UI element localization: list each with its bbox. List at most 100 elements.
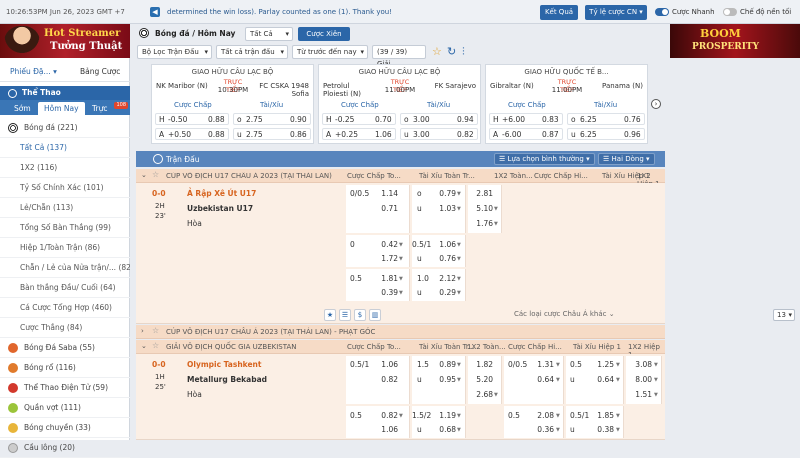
league-header[interactable]: ⌄ ☆ GIẢI VÔ ĐỊCH QUỐC GIA UZBEKISTAN Cượ… (136, 340, 665, 359)
sidebar-item-basketball[interactable]: Bóng rổ (116) (0, 358, 130, 378)
columns-icon[interactable]: ⫶ (462, 45, 465, 59)
subtab-early[interactable]: Sớm (8, 102, 37, 115)
sidebar-item-esports[interactable]: Thể Thao Điện Tử (59) (0, 378, 130, 398)
page-select[interactable]: 13 ▾ (773, 309, 795, 321)
odds-value[interactable]: 0.42 (372, 240, 398, 249)
chevron-right-icon[interactable]: › (141, 327, 144, 335)
line-mode-select[interactable]: ☰ Hai Dòng ▾ (598, 153, 655, 165)
odds-value[interactable]: 5.20 (467, 375, 493, 384)
league-filter-select[interactable]: Bộ Lọc Trận Đấu ▾ (137, 45, 212, 59)
odds-value[interactable]: 1.51 (626, 390, 652, 399)
odds-value[interactable]: 2.81 (467, 189, 493, 198)
market-all[interactable]: Tất Cả (137) (0, 138, 130, 158)
odds-value[interactable]: 0.76 (430, 254, 456, 263)
league-header[interactable]: ⌄ ☆ CÚP VÔ ĐỊCH U17 CHÂU Á 2023 (TẠI THÁ… (136, 169, 665, 188)
sidebar-item-tennis[interactable]: Quần vợt (111) (0, 398, 130, 418)
more-asian-bets-link[interactable]: Các loại cược Châu Á khác ⌄ (514, 310, 615, 318)
odds-value[interactable]: 0.79 (430, 189, 456, 198)
odds-value[interactable]: 1.72 (372, 254, 398, 263)
tab-bet-slip[interactable]: Phiếu Đặ... ▾ (10, 67, 57, 76)
market-1x2[interactable]: 1X2 (116) (0, 158, 130, 178)
tab-bet-list[interactable]: Bảng Cược (80, 67, 120, 76)
sidebar-item-badminton[interactable]: Cầu lông (20) (0, 438, 130, 458)
results-button[interactable]: Kết Quả (540, 5, 578, 20)
star-icon[interactable]: ☆ (152, 341, 159, 350)
odds-value[interactable]: 0.82 (372, 375, 398, 384)
odds-value[interactable]: 0.89 (430, 360, 456, 369)
odds-value[interactable]: 0.64 (588, 375, 614, 384)
sidebar-item-volleyball[interactable]: Bóng chuyền (33) (0, 418, 130, 438)
odds-value[interactable]: 1.06 (372, 425, 398, 434)
featured-match-card[interactable]: GIAO HỮU QUỐC TẾ B... Gibraltar (N) TRỰC… (485, 64, 648, 144)
odds-value[interactable]: 1.06 (430, 240, 456, 249)
fast-bet-toggle[interactable] (655, 8, 669, 16)
odds-value[interactable]: 2.12 (430, 274, 456, 283)
odds-value[interactable]: 0.29 (430, 288, 456, 297)
market-half-odd-even[interactable]: Chẵn / Lẻ của Nửa trận/... (82) (0, 258, 130, 278)
odds-value[interactable]: 0.39 (372, 288, 398, 297)
refresh-icon[interactable]: ↻ (447, 45, 456, 58)
chart-icon[interactable]: ▥ (369, 309, 381, 321)
parlay-button[interactable]: Cược Xiên (298, 27, 350, 41)
odds-value[interactable]: 1.03 (430, 204, 456, 213)
chevron-right-icon[interactable]: › (651, 99, 661, 109)
dollar-icon[interactable]: $ (354, 309, 366, 321)
odds-value[interactable]: 1.81 (372, 274, 398, 283)
draw-label: Hòa (187, 219, 202, 228)
stats-icon[interactable]: ☰ (339, 309, 351, 321)
market-odd-even[interactable]: Lẻ/Chẵn (113) (0, 198, 130, 218)
view-mode-select[interactable]: ☰ Lựa chọn bình thường ▾ (494, 153, 595, 165)
odds-value[interactable]: 2.68 (467, 390, 493, 399)
star-icon[interactable]: ☆ (432, 45, 442, 58)
card-ou-line: 6.25 (580, 115, 597, 124)
odds-value[interactable]: 0.64 (528, 375, 554, 384)
odds-value[interactable]: 0.95 (430, 375, 456, 384)
odds-value[interactable]: 0.71 (372, 204, 398, 213)
odds-value[interactable]: 0.38 (588, 425, 614, 434)
odds-value[interactable]: 1.06 (372, 360, 398, 369)
odds-value[interactable]: 1.76 (467, 219, 493, 228)
favorite-star-icon[interactable]: ★ (324, 309, 336, 321)
market-ht-ft[interactable]: Hiệp 1/Toàn Trận (86) (0, 238, 130, 258)
subtab-today[interactable]: Hôm Nay (38, 102, 85, 115)
market-outright[interactable]: Cược Thắng (84) (0, 318, 130, 338)
chevron-down-icon[interactable]: ⌄ (141, 342, 147, 350)
sidebar-item-saba-soccer[interactable]: Bóng Đá Saba (55) (0, 338, 130, 358)
sidebar-item-soccer[interactable]: Bóng đá (221) (0, 118, 130, 138)
subtab-live[interactable]: Trực tiếp 108 (86, 102, 130, 126)
league-count[interactable]: (39 / 39) Giải (372, 45, 426, 68)
odds-value[interactable]: 1.31 (528, 360, 554, 369)
odds-value[interactable]: 1.82 (467, 360, 493, 369)
odds-value[interactable]: 1.85 (588, 411, 614, 420)
odds-value[interactable]: 0.36 (528, 425, 554, 434)
league-header-collapsed[interactable]: › ☆ CÚP VÔ ĐỊCH U17 CHÂU Á 2023 (TẠI THÁ… (136, 325, 665, 339)
odds-value[interactable]: 2.08 (528, 411, 554, 420)
hot-streamer-banner[interactable]: Hot Streamer Tưởng Thuật (0, 24, 130, 58)
chevron-down-icon[interactable]: ⌄ (141, 171, 147, 179)
odds-type-select[interactable]: Tỷ lệ cược CN ▾ (585, 5, 647, 20)
sort-select[interactable]: Từ trước đến nay ▾ (292, 45, 368, 59)
market-total-goals[interactable]: Tổng Số Bàn Thắng (99) (0, 218, 130, 238)
odds-value[interactable]: 1.14 (372, 189, 398, 198)
odds-value[interactable]: 8.00 (626, 375, 652, 384)
odds-change-icon: ▼ (457, 362, 461, 368)
market-select[interactable]: Tất Cả ▾ (245, 27, 293, 41)
card-side: A (493, 130, 499, 139)
odds-value[interactable]: 3.08 (626, 360, 652, 369)
market-mix-parlay[interactable]: Cá Cược Tổng Hợp (460) (0, 298, 130, 318)
star-icon[interactable]: ☆ (152, 326, 159, 335)
market-first-last-goal[interactable]: Bàn thắng Đầu/ Cuối (64) (0, 278, 130, 298)
odds-value[interactable]: 1.19 (430, 411, 456, 420)
star-icon[interactable]: ☆ (152, 170, 159, 179)
odds-value[interactable]: 1.25 (588, 360, 614, 369)
odds-value[interactable]: 0.68 (430, 425, 456, 434)
featured-match-card[interactable]: GIAO HỮU CÂU LẠC BỘ Petrolul Ploiesti (N… (318, 64, 481, 144)
featured-match-card[interactable]: GIAO HỮU CÂU LẠC BỘ NK Maribor (N) TRỰC … (151, 64, 314, 144)
odds-value[interactable]: 5.10 (467, 204, 493, 213)
odds-value[interactable]: 0.82 (372, 411, 398, 420)
market-correct-score[interactable]: Tỷ Số Chính Xác (101) (0, 178, 130, 198)
match-filter-select[interactable]: Tất cả trận đấu ▾ (216, 45, 288, 59)
odds-change-icon: ▼ (494, 392, 498, 398)
prosperity-banner[interactable]: BOOM PROSPERITY (670, 24, 800, 58)
dark-mode-toggle[interactable] (723, 8, 737, 16)
